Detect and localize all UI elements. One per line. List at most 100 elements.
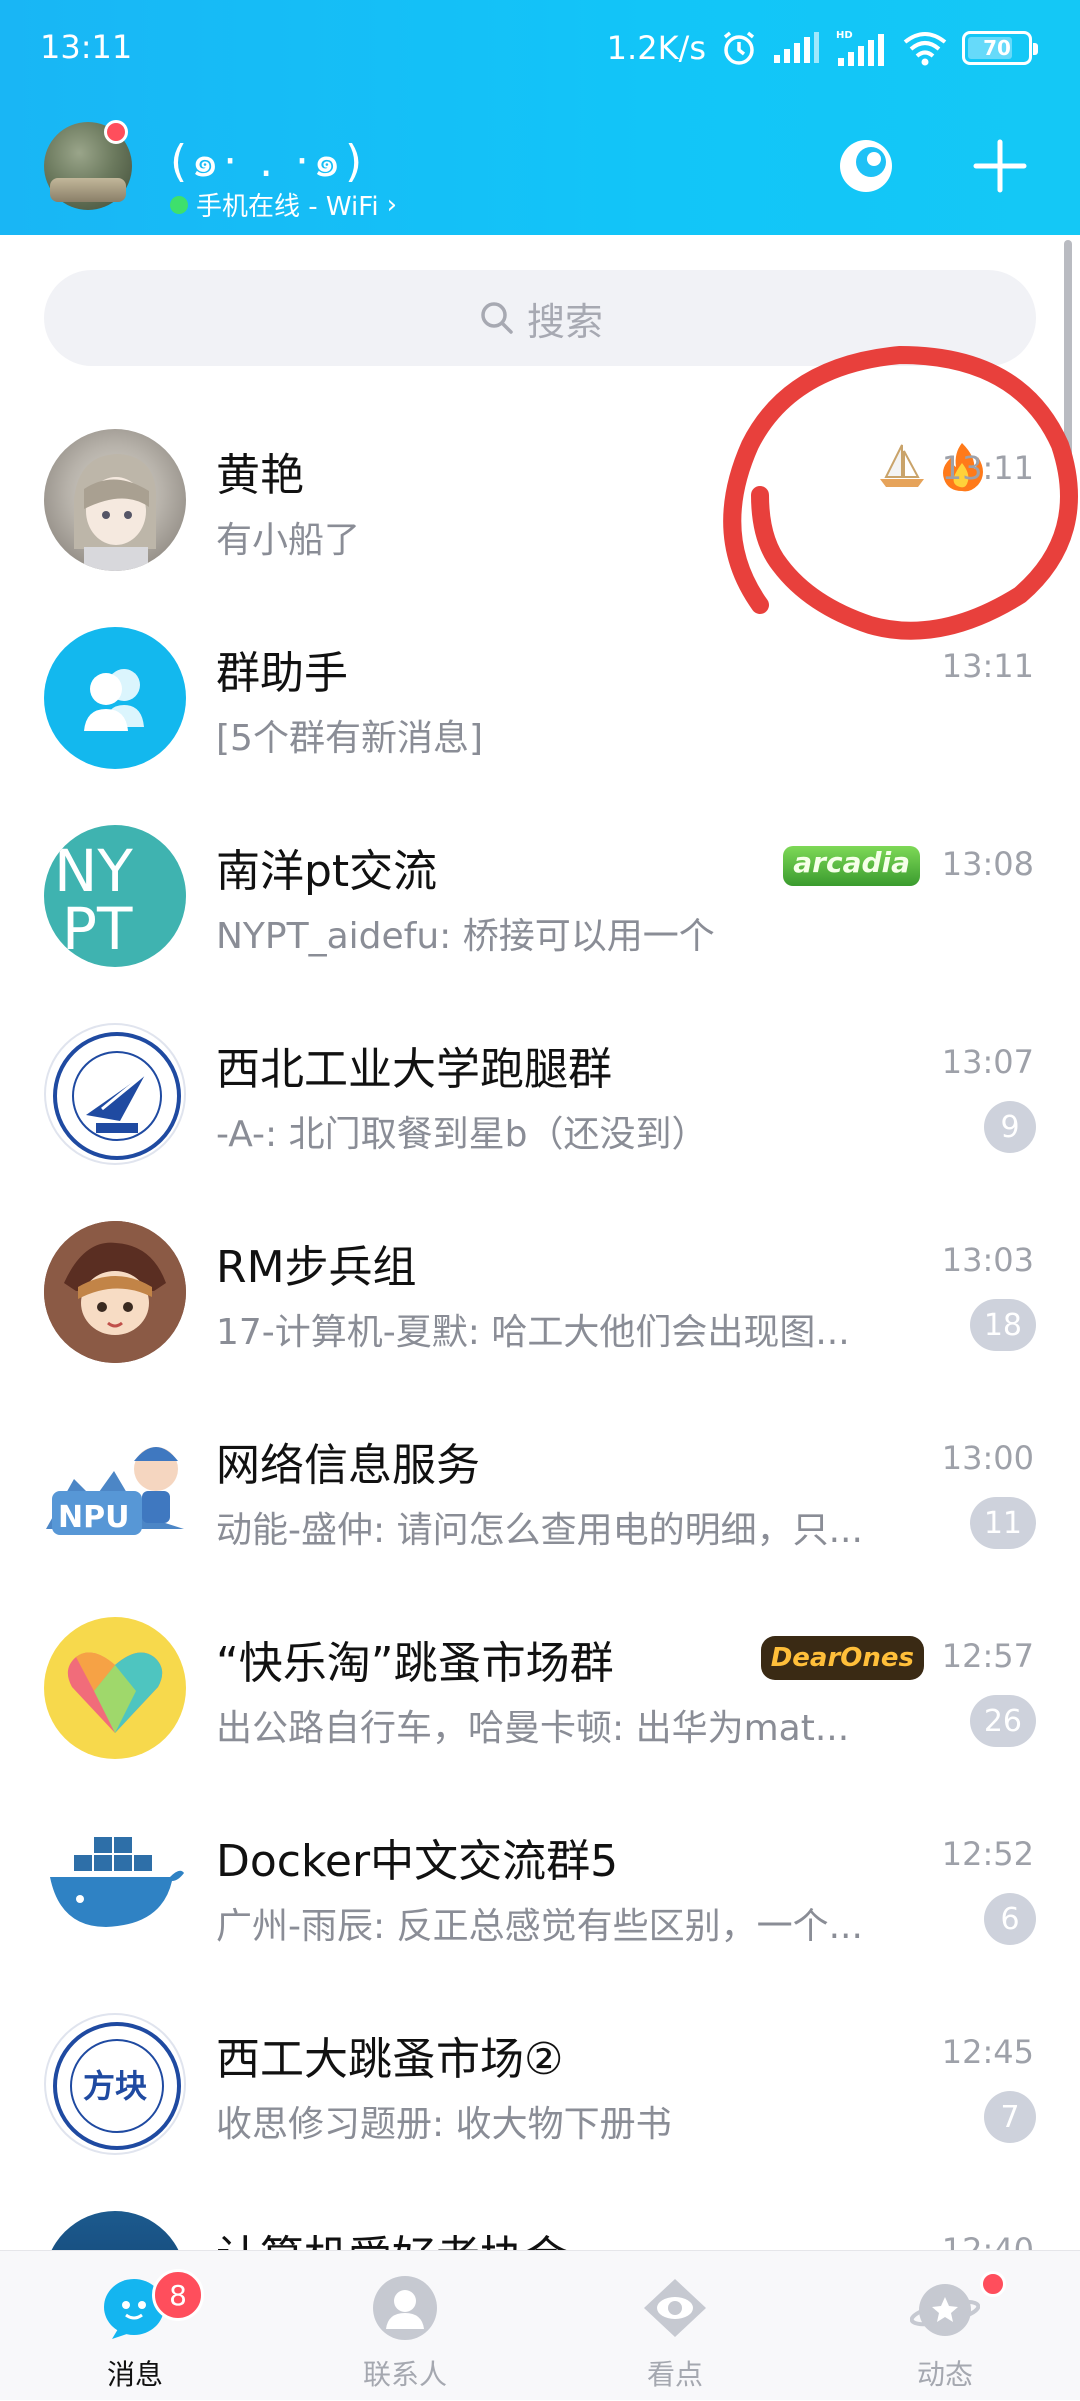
contacts-icon: [373, 2276, 437, 2340]
chat-avatar: [44, 1815, 186, 1957]
chat-row[interactable]: 西北工业大学跑腿群 -A-: 北门取餐到星b（还没到） 13:07 9: [0, 989, 1080, 1187]
chat-time: 12:57: [941, 1637, 1034, 1675]
chat-time: 12:40: [941, 2231, 1034, 2250]
signal-icon: [772, 31, 820, 65]
chat-name: 西北工业大学跑腿群: [216, 1044, 612, 1095]
nypt-logo-icon: NY PT: [54, 837, 133, 963]
chat-avatar: [44, 1221, 186, 1363]
unread-badge: 18: [969, 1299, 1036, 1351]
anime-character-avatar-icon: [44, 1221, 186, 1363]
anime-girl-avatar-icon: [74, 454, 157, 571]
docker-whale-icon: [50, 1837, 184, 1927]
chat-preview: NYPT_aidefu: 桥接可以用一个: [216, 916, 715, 957]
chat-name: 黄艳: [216, 450, 304, 501]
hd-signal-icon: HD: [834, 28, 888, 68]
chat-time: 13:08: [941, 845, 1034, 883]
bottom-navigation: 8 消息 联系人 看点 动态: [0, 2250, 1080, 2400]
battery-icon: 70: [962, 31, 1038, 65]
chat-name: 网络信息服务: [216, 1440, 480, 1491]
chat-row[interactable]: NY PT 南洋pt交流 NYPT_aidefu: 桥接可以用一个 arcadi…: [0, 791, 1080, 989]
svg-text:PT: PT: [62, 895, 133, 963]
tab-moments[interactable]: 动态: [810, 2251, 1080, 2401]
chat-row[interactable]: NPU 网络信息服务 动能-盛仲: 请问怎么查用电的明细，只... 13:00 …: [0, 1385, 1080, 1583]
npu-emblem-icon: [53, 1032, 181, 1160]
chat-name: Docker中文交流群5: [216, 1836, 619, 1887]
plus-icon: [973, 139, 1027, 193]
chat-avatar: NY PT: [44, 825, 186, 967]
status-bar: 13:11 1.2K/s HD 70: [0, 0, 1080, 96]
chat-preview: 广州-雨辰: 反正总感觉有些区别，一个...: [216, 1906, 863, 1947]
tab-discover[interactable]: 看点: [540, 2251, 810, 2401]
chat-avatar: 方块: [44, 2013, 186, 2155]
chat-avatar: [44, 2211, 186, 2250]
sailboat-emoji-icon: [880, 444, 924, 487]
chat-name: 西工大跳蚤市场②: [216, 2034, 564, 2085]
tab-messages-label: 消息: [106, 2358, 163, 2391]
unread-badge: 7: [984, 2091, 1036, 2143]
moments-notification-dot: [980, 2271, 1006, 2297]
chat-list: 黄艳 有小船了 13:11 群助手 [5个群有新消息] 13:11 NY PT …: [0, 395, 1080, 2250]
chat-time: 13:11: [941, 449, 1034, 487]
unread-badge: 11: [969, 1497, 1036, 1549]
theme-moon-icon: [840, 140, 892, 192]
fangkuai-avatar-text: 方块: [83, 2067, 147, 2105]
svg-text:HD: HD: [836, 30, 853, 41]
chat-preview: 出公路自行车，哈曼卡顿: 出华为mat...: [216, 1708, 850, 1749]
add-button[interactable]: [964, 130, 1036, 202]
chat-avatar: [44, 1617, 186, 1759]
tab-contacts[interactable]: 联系人: [270, 2251, 540, 2401]
chat-preview: 有小船了: [216, 520, 361, 561]
chat-time: 13:00: [941, 1439, 1034, 1477]
chat-preview: -A-: 北门取餐到星b（还没到）: [216, 1114, 708, 1155]
unread-badge: 9: [984, 1101, 1036, 1153]
chat-row[interactable]: RM步兵组 17-计算机-夏默: 哈工大他们会出现图... 13:03 18: [0, 1187, 1080, 1385]
chat-row[interactable]: 群助手 [5个群有新消息] 13:11: [0, 593, 1080, 791]
status-indicators: 1.2K/s HD 70: [606, 26, 1038, 70]
chat-time: 13:11: [941, 647, 1034, 685]
tab-messages[interactable]: 8 消息: [0, 2251, 270, 2401]
chat-name: 南洋pt交流: [216, 846, 438, 897]
chat-row[interactable]: “快乐淘”跳蚤市场群 出公路自行车，哈曼卡顿: 出华为mat... DearOn…: [0, 1583, 1080, 1781]
online-dot-icon: [170, 195, 188, 214]
search-bar[interactable]: 搜索: [44, 270, 1036, 366]
chat-row[interactable]: 计算机爱好者协会 12:40: [0, 2177, 1080, 2250]
tab-contacts-label: 联系人: [362, 2358, 447, 2391]
chat-preview: 收思修习题册: 收大物下册书: [216, 2104, 672, 2145]
alarm-icon: [720, 29, 758, 67]
chat-row[interactable]: 方块 西工大跳蚤市场② 收思修习题册: 收大物下册书 12:45 7: [0, 1979, 1080, 2177]
chat-avatar: [44, 1023, 186, 1165]
app-header: 13:11 1.2K/s HD 70 (๑· . ·๑) 手机在线 - WiFi…: [0, 0, 1080, 235]
tab-discover-label: 看点: [646, 2358, 703, 2391]
online-status[interactable]: 手机在线 - WiFi ›: [170, 186, 397, 223]
status-time: 13:11: [40, 28, 133, 66]
chat-row[interactable]: 黄艳 有小船了 13:11: [0, 395, 1080, 593]
chat-avatar: NPU: [44, 1419, 186, 1561]
chat-preview: 动能-盛仲: 请问怎么查用电的明细，只...: [216, 1510, 863, 1551]
chat-name: RM步兵组: [216, 1242, 417, 1293]
wifi-icon: [902, 30, 948, 66]
group-assistant-icon: [84, 669, 144, 731]
chat-name: “快乐淘”跳蚤市场群: [216, 1638, 614, 1689]
messages-unread-badge: 8: [152, 2269, 204, 2321]
chat-preview: 17-计算机-夏默: 哈工大他们会出现图...: [216, 1312, 850, 1353]
fangkuai-emblem-icon: 方块: [53, 2022, 181, 2150]
colorful-heart-icon: [67, 1652, 163, 1733]
online-status-text: 手机在线 - WiFi: [196, 192, 379, 222]
npu-mascot-icon: NPU: [46, 1447, 184, 1535]
theme-toggle-button[interactable]: [830, 130, 902, 202]
chat-preview: [5个群有新消息]: [216, 718, 483, 759]
dearones-tag: DearOnes: [760, 1636, 924, 1680]
chat-row[interactable]: Docker中文交流群5 广州-雨辰: 反正总感觉有些区别，一个... 12:5…: [0, 1781, 1080, 1979]
net-speed: 1.2K/s: [606, 29, 706, 67]
chat-time: 12:52: [941, 1835, 1034, 1873]
tab-moments-label: 动态: [916, 2358, 973, 2391]
unread-badge: 26: [969, 1695, 1036, 1747]
search-icon: [481, 302, 513, 334]
chat-time: 13:07: [941, 1043, 1034, 1081]
profile-notification-dot: [104, 120, 128, 144]
planet-star-icon: [910, 2284, 980, 2336]
chat-time: 13:03: [941, 1241, 1034, 1279]
search-placeholder: 搜索: [526, 299, 603, 344]
eye-icon: [644, 2279, 706, 2337]
unread-badge: 6: [984, 1893, 1036, 1945]
